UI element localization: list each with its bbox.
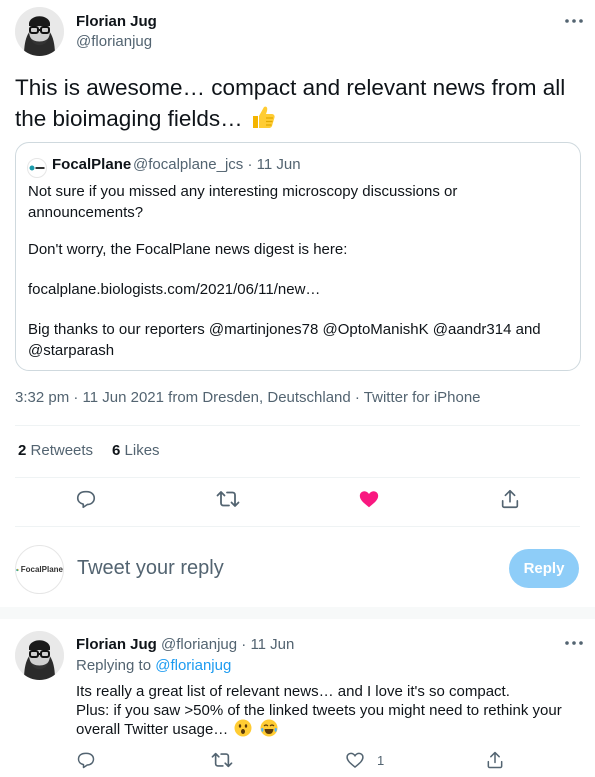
- retweet-icon[interactable]: [214, 485, 242, 513]
- quoted-avatar: [27, 158, 47, 178]
- reply-author-name[interactable]: Florian Jug: [76, 636, 157, 653]
- reply-header: Florian Jug @florianjug · 11 Jun: [76, 636, 294, 653]
- reply-icon[interactable]: [72, 485, 100, 513]
- tweet-text: This is awesome… compact and relevant ne…: [15, 72, 580, 134]
- reply-input[interactable]: Tweet your reply: [77, 557, 224, 580]
- reply-handle-date[interactable]: @florianjug · 11 Jun: [161, 636, 294, 653]
- composer-avatar: FocalPlane: [15, 545, 64, 594]
- tweet-text-content: This is awesome… compact and relevant ne…: [15, 75, 566, 131]
- more-options-icon[interactable]: [563, 14, 585, 28]
- composer-avatar-label: FocalPlane: [20, 565, 63, 574]
- retweets-count: 2: [18, 442, 27, 459]
- quoted-text-line: @starparash: [28, 342, 115, 359]
- reply-retweet-icon[interactable]: [208, 746, 236, 774]
- quoted-tweet-card[interactable]: FocalPlane @focalplane_jcs · 11 Jun Not …: [15, 142, 581, 371]
- reply-author-avatar[interactable]: [15, 631, 64, 680]
- tears-of-joy-icon: [260, 719, 278, 737]
- author-name[interactable]: Florian Jug: [76, 13, 157, 30]
- like-icon[interactable]: [355, 485, 383, 513]
- quoted-link: focalplane.biologists.com/2021/06/11/new…: [28, 281, 321, 298]
- quoted-text-line: Don't worry, the FocalPlane news digest …: [28, 241, 348, 258]
- author-avatar[interactable]: [15, 7, 64, 56]
- reply-text-line: Plus: if you saw >50% of the linked twee…: [76, 702, 562, 719]
- thumbs-up-icon: [249, 103, 277, 131]
- reply-text-line3: overall Twitter usage…: [76, 719, 278, 740]
- likes-label: Likes: [124, 442, 160, 459]
- likes-stat[interactable]: 6 Likes: [112, 442, 160, 459]
- reply-text-line: Its really a great list of relevant news…: [76, 683, 510, 700]
- replying-to: Replying to @florianjug: [76, 657, 231, 674]
- retweets-label: Retweets: [30, 442, 94, 459]
- reply-reply-icon[interactable]: [72, 746, 100, 774]
- quoted-text-line: Not sure if you missed any interesting m…: [28, 183, 458, 200]
- section-separator: [0, 607, 595, 619]
- replying-to-handle[interactable]: @florianjug: [155, 657, 231, 674]
- author-handle[interactable]: @florianjug: [76, 33, 152, 50]
- quoted-handle-date: @focalplane_jcs · 11 Jun: [133, 156, 301, 173]
- reply-like-count: 1: [377, 752, 385, 768]
- reply-text-line-content: overall Twitter usage…: [76, 721, 229, 738]
- reply-input-placeholder: Tweet your reply: [77, 557, 224, 579]
- divider: [15, 477, 580, 478]
- astonished-face-icon: [234, 719, 252, 737]
- share-icon[interactable]: [496, 485, 524, 513]
- quoted-text-line: Big thanks to our reporters @martinjones…: [28, 321, 541, 338]
- divider: [15, 526, 580, 527]
- divider: [15, 425, 580, 426]
- retweets-stat[interactable]: 2 Retweets: [18, 442, 93, 459]
- reply-share-icon[interactable]: [481, 746, 509, 774]
- tweet-timestamp-source[interactable]: 3:32 pm · 11 Jun 2021 from Dresden, Deut…: [15, 389, 481, 406]
- reply-like-icon: [345, 750, 365, 770]
- quoted-text-line: announcements?: [28, 204, 144, 221]
- quoted-name: FocalPlane: [52, 156, 132, 173]
- reply-like[interactable]: 1: [345, 746, 384, 774]
- likes-count: 6: [112, 442, 121, 459]
- replying-to-label: Replying to: [76, 657, 152, 674]
- reply-more-options-icon[interactable]: [563, 636, 585, 650]
- reply-button[interactable]: Reply: [509, 549, 579, 588]
